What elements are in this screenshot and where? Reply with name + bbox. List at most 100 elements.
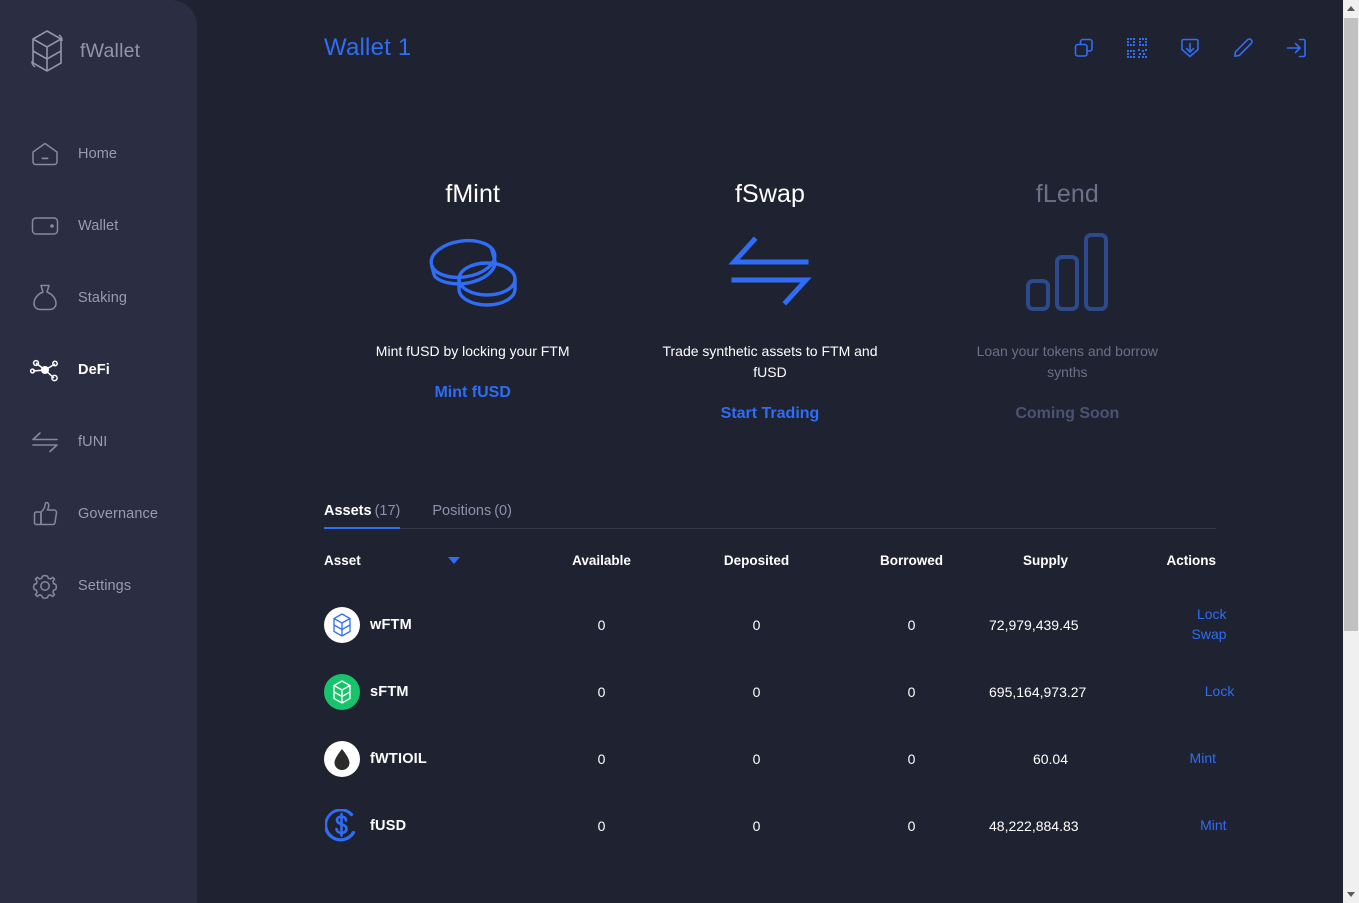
asset-name: fWTIOIL [370,750,427,767]
table-row[interactable]: fUSD 0 0 0 48,222,884.83 Mint [324,792,1227,859]
table-row[interactable]: sFTM 0 0 0 695,164,973.27 Lock [324,658,1234,725]
cell-supply: 48,222,884.83 [989,817,1079,834]
column-header-label: Asset [324,552,361,568]
cell-available: 0 [597,683,606,700]
brand[interactable]: fWallet [0,0,197,76]
scroll-down-arrow-icon[interactable] [1343,886,1359,903]
table-row[interactable]: wFTM 0 0 0 72,979,439.45 Lock Swap [324,591,1227,658]
cell-borrowed: 0 [907,683,916,700]
cell-available: 0 [597,750,606,767]
tabs: Assets (17) Positions (0) [324,491,1216,529]
card-title: fMint [445,180,500,208]
sidebar-item-funi[interactable]: fUNI [0,406,197,478]
cell-actions: Mint [1144,749,1216,768]
sidebar-item-label: Wallet [78,218,119,234]
column-header-available[interactable]: Available [524,553,679,568]
sidebar-item-staking[interactable]: Staking [0,262,197,334]
copy-address-icon[interactable] [1072,36,1096,60]
staking-bag-icon [28,281,62,315]
asset-name: sFTM [370,683,409,700]
cell-supply: 72,979,439.45 [989,616,1079,633]
action-swap-link[interactable]: Swap [1192,625,1227,644]
qr-code-icon[interactable] [1125,36,1149,60]
sidebar-item-defi[interactable]: DeFi [0,334,197,406]
action-lock-link[interactable]: Lock [1205,682,1235,701]
column-header-supply[interactable]: Supply [989,553,1144,568]
table-row[interactable]: fWTIOIL 0 0 0 60.04 Mint [324,725,1216,792]
start-trading-link[interactable]: Start Trading [721,405,820,423]
table-header-row: Asset Available Deposited Borrowed Suppl… [324,529,1216,591]
coins-stack-icon [334,219,611,323]
assets-table: Asset Available Deposited Borrowed Suppl… [197,529,1343,859]
action-lock-link[interactable]: Lock [1197,605,1227,624]
cell-borrowed: 0 [907,616,916,633]
sidebar-item-label: Home [78,146,118,162]
tab-label: Assets [324,503,372,519]
coming-soon-label: Coming Soon [1015,405,1120,422]
cell-actions: Mint [1155,816,1226,835]
thumbs-up-icon [28,497,62,531]
cell-actions: Lock [1162,682,1235,701]
topbar: Wallet 1 [197,0,1343,96]
feature-cards: fMint Mint fUSD by locking your FTM Mint… [197,180,1343,423]
tab-assets[interactable]: Assets (17) [324,503,401,529]
action-mint-link[interactable]: Mint [1200,816,1226,835]
cell-deposited: 0 [752,817,761,834]
sidebar-item-label: fUNI [78,434,108,450]
card-title: fSwap [735,180,805,208]
asset-name: wFTM [370,616,412,633]
tab-count: (17) [374,503,401,519]
card-title: fLend [1035,180,1099,208]
asset-name: fUSD [370,817,407,834]
tab-positions[interactable]: Positions (0) [432,503,512,528]
swap-arrows-icon [28,425,62,459]
sort-descending-icon[interactable] [447,556,460,564]
app-root: fWallet Home Wallet Staking DeFi fUNI Go… [0,0,1359,903]
action-mint-link[interactable]: Mint [1190,749,1216,768]
mint-fusd-link[interactable]: Mint fUSD [434,384,510,402]
sidebar-item-label: Governance [78,506,158,522]
tabs-container: Assets (17) Positions (0) [197,491,1343,529]
bar-chart-icon [929,219,1206,323]
scroll-up-arrow-icon[interactable] [1343,0,1359,17]
column-header-actions: Actions [1166,552,1216,568]
logout-icon[interactable] [1284,36,1308,60]
cell-available: 0 [597,616,606,633]
cell-deposited: 0 [752,683,761,700]
card-description: Mint fUSD by locking your FTM [375,343,570,359]
sidebar: fWallet Home Wallet Staking DeFi fUNI Go… [0,0,197,903]
cell-available: 0 [597,817,606,834]
column-header-deposited[interactable]: Deposited [679,553,834,568]
edit-pencil-icon[interactable] [1231,36,1255,60]
card-description: Trade synthetic assets to FTM and fUSD [662,343,878,380]
asset-cell: wFTM [324,606,524,643]
tab-label: Positions [432,503,492,519]
page-scrollbar[interactable] [1343,0,1359,903]
sidebar-item-governance[interactable]: Governance [0,478,197,550]
cell-deposited: 0 [752,750,761,767]
home-icon [28,137,62,171]
fantom-logo-icon [28,29,66,73]
sidebar-item-label: Staking [78,290,128,306]
gear-icon [28,569,62,603]
sidebar-item-home[interactable]: Home [0,118,197,190]
brand-name: fWallet [80,39,141,62]
asset-cell: fUSD [324,808,524,844]
asset-cell: sFTM [324,673,524,710]
defi-nodes-icon [28,353,62,387]
fwtioil-token-icon [324,740,360,777]
column-header-borrowed[interactable]: Borrowed [834,553,989,568]
receive-download-icon[interactable] [1178,36,1202,60]
scrollbar-thumb[interactable] [1344,18,1358,631]
page-title[interactable]: Wallet 1 [324,34,411,62]
card-fmint: fMint Mint fUSD by locking your FTM Mint… [324,180,621,423]
main-content: Wallet 1 fMint Mint fUSD by locking your… [197,0,1359,903]
cell-borrowed: 0 [907,750,916,767]
sidebar-item-label: DeFi [78,362,110,378]
sftm-token-icon [324,673,360,710]
sidebar-item-wallet[interactable]: Wallet [0,190,197,262]
cell-supply: 60.04 [1032,750,1068,767]
column-header-asset[interactable]: Asset [324,553,524,568]
sidebar-item-settings[interactable]: Settings [0,550,197,622]
topbar-actions [1072,36,1308,60]
